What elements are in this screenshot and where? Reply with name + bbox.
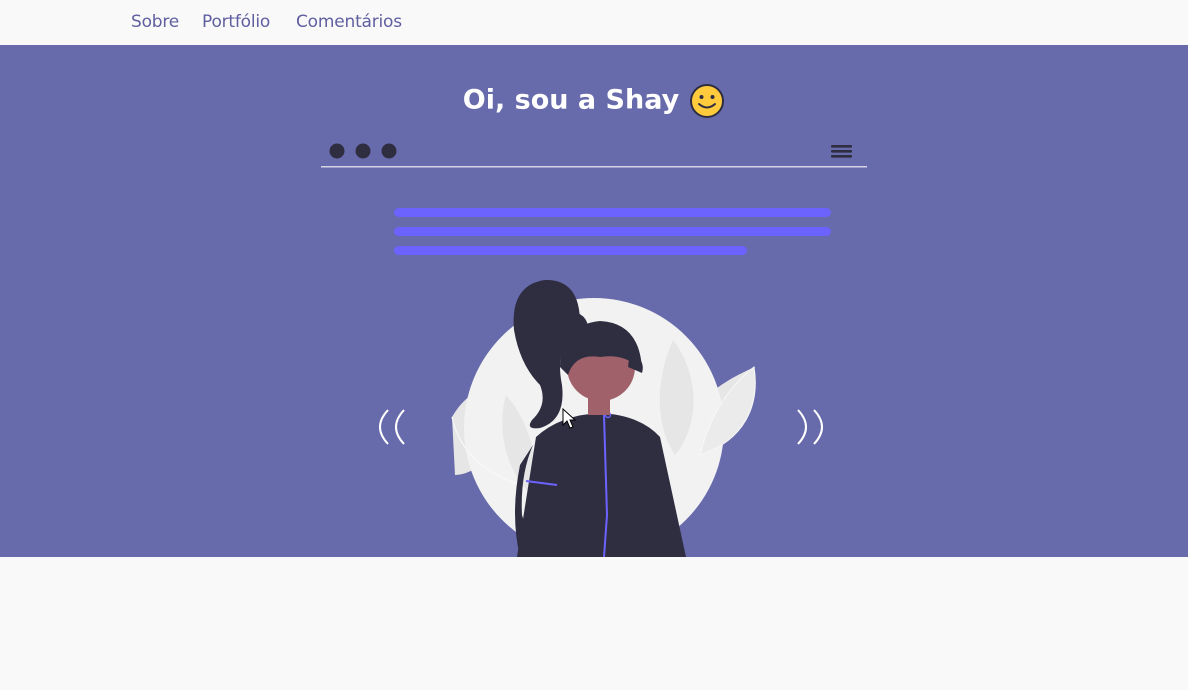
nav-link-comentarios[interactable]: Comentários: [296, 12, 402, 32]
carousel-next-button[interactable]: [794, 407, 834, 451]
top-navigation: Sobre Portfólio Comentários: [0, 0, 1188, 45]
window-dots-icon: [329, 143, 397, 159]
nav-link-sobre[interactable]: Sobre: [131, 12, 179, 32]
nav-link-portfolio[interactable]: Portfólio: [202, 12, 270, 32]
person-avatar-illustration: [451, 279, 756, 557]
carousel-prev-button[interactable]: [370, 407, 410, 451]
hero-section: Oi, sou a Shay: [0, 45, 1188, 557]
double-chevron-right-icon: [797, 409, 823, 445]
double-chevron-left-icon: [379, 409, 405, 445]
hamburger-menu-icon: [831, 145, 852, 158]
browser-bar-line: [321, 166, 867, 168]
text-placeholder-lines: [394, 208, 831, 255]
browser-illustration: [321, 143, 867, 557]
mouse-pointer-icon: [562, 408, 576, 429]
